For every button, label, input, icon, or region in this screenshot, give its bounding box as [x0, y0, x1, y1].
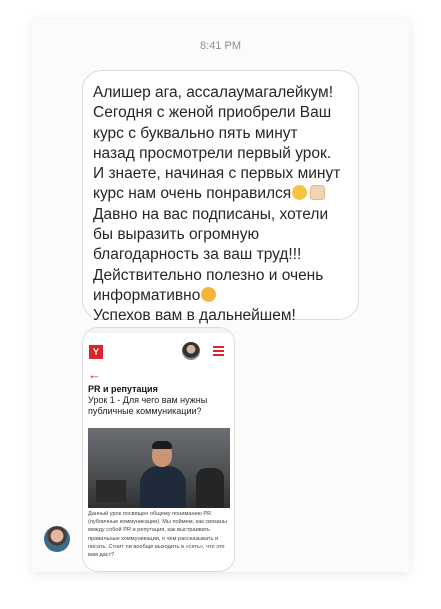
- message-timestamp: 8:41 PM: [200, 40, 241, 52]
- lesson-subtitle: Урок 1 - Для чего вам нужны публичные ко…: [88, 395, 208, 416]
- message-line: Давно на вас подписаны, хотели: [93, 205, 329, 223]
- message-line: бы выразить огромную: [93, 226, 260, 244]
- screenshot-status-bar: [83, 328, 234, 333]
- relieved-face-emoji-icon: [292, 185, 308, 201]
- lesson-video-thumbnail: [88, 428, 230, 508]
- lesson-title: PR и репутация: [88, 384, 158, 394]
- message-line: Сегодня с женой приобрели Ваш: [93, 104, 332, 122]
- attached-screenshot-message[interactable]: Y ← PR и репутация Урок 1 - Для чего вам…: [82, 327, 235, 572]
- chair-shape: [196, 468, 224, 508]
- message-line: курс с буквально пять минут: [93, 124, 298, 142]
- message-line: Алишер ага, ассалаумагалейкум!: [93, 84, 334, 101]
- chat-card: 8:41 PM Алишер ага, ассалаумагалейкум! С…: [32, 20, 409, 572]
- presenter-body: [140, 466, 186, 508]
- thumbs-up-emoji-icon: [310, 185, 326, 201]
- smiling-face-emoji-icon: [201, 286, 217, 302]
- presenter-hair: [152, 441, 172, 449]
- message-line-with-emoji: информативно: [93, 286, 348, 306]
- arrow-left-icon: ←: [88, 367, 101, 382]
- message-line: Действительно полезно и очень: [93, 266, 324, 284]
- laptop-shape: [96, 480, 126, 502]
- message-line: И знаете, начиная с первых минут: [93, 165, 341, 183]
- message-line: назад просмотрели первый урок.: [93, 144, 332, 162]
- message-line: благодарность за ваш труд!!!: [93, 246, 302, 264]
- incoming-message-bubble[interactable]: Алишер ага, ассалаумагалейкум! Сегодня с…: [82, 70, 359, 324]
- lesson-description: Данный урок посвящен общему пониманию PR…: [88, 511, 227, 559]
- sender-avatar[interactable]: [44, 526, 70, 552]
- message-line-text: курс нам очень понравился: [93, 185, 292, 203]
- screenshot-app-header: Y: [83, 342, 234, 365]
- message-line-text: информативно: [93, 286, 201, 304]
- brand-logo-icon: Y: [89, 345, 103, 359]
- hamburger-menu-icon: [213, 346, 224, 356]
- message-line: Успехов вам в дальнейшем!: [93, 307, 296, 325]
- message-line-with-emoji: курс нам очень понравился: [93, 184, 348, 204]
- profile-avatar-icon: [182, 342, 200, 360]
